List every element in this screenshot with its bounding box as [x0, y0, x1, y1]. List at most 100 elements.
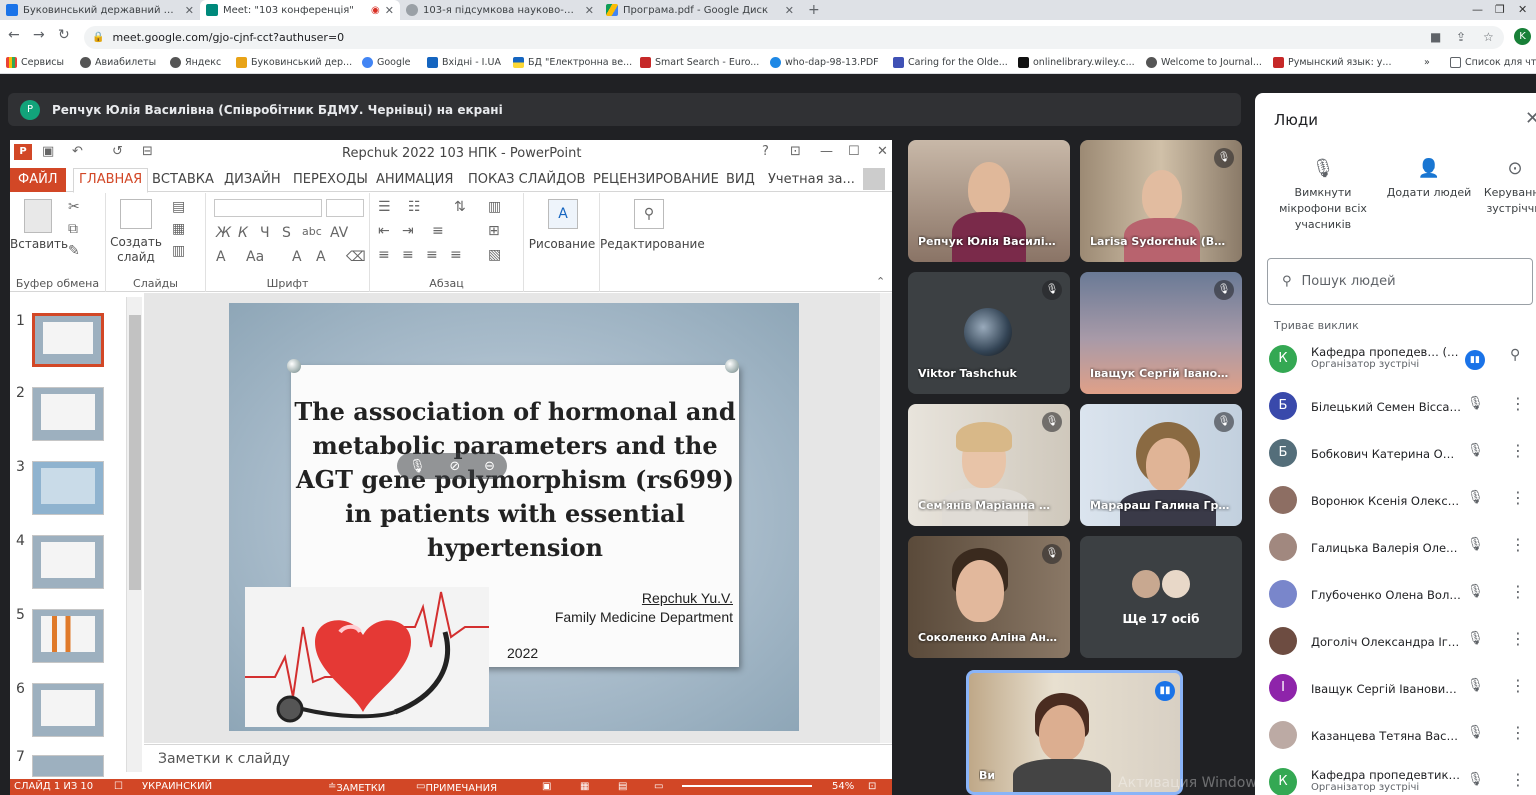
zoom-slider[interactable] — [682, 785, 812, 787]
shrink-font-icon[interactable]: A — [316, 249, 326, 265]
participant-row[interactable]: І Іващук Сергій Іванович (… 🎙 ⋮ — [1255, 666, 1536, 713]
drawing-button[interactable]: Рисование — [524, 237, 600, 251]
slide-thumbnail[interactable] — [32, 755, 104, 777]
participant-tile[interactable]: Репчук Юлія Василівн… — [908, 140, 1070, 262]
mute-all-button[interactable]: 🎙 Вимкнути мікрофони всіх учасників — [1275, 160, 1371, 233]
reading-view-icon[interactable]: ▤ — [618, 781, 627, 792]
thumbnails-scrollbar[interactable] — [126, 297, 142, 772]
participant-tile[interactable]: 🎙 Сем'янів Маріанна М… — [908, 404, 1070, 526]
participant-row[interactable]: К Кафедра пропедев… (Ви) Організатор зус… — [1255, 337, 1536, 384]
maximize-icon[interactable]: ☐ — [848, 144, 860, 159]
line-spacing-icon[interactable]: ⇅ — [454, 199, 466, 215]
new-tab-button[interactable]: + — [808, 0, 820, 20]
bookmark-item[interactable]: Вхідні - I.UA — [427, 57, 501, 68]
font-name-field[interactable] — [214, 199, 322, 217]
align-text-icon[interactable]: ⊞ — [488, 223, 500, 239]
more-options-icon[interactable]: ⋮ — [1510, 394, 1526, 413]
new-slide-button[interactable]: Создать слайд — [110, 235, 162, 265]
section-icon[interactable]: ▥ — [172, 243, 185, 259]
tab-insert[interactable]: ВСТАВКА — [152, 172, 214, 187]
italic-icon[interactable]: К — [238, 225, 248, 241]
bookmark-item[interactable]: Smart Search - Euro... — [640, 57, 759, 68]
star-icon[interactable]: ☆ — [1483, 30, 1494, 44]
profile-avatar[interactable]: K — [1514, 28, 1531, 45]
more-options-icon[interactable]: ⋮ — [1510, 723, 1526, 742]
tab-conference[interactable]: 103-я підсумкова науково-прак… ✕ — [400, 0, 600, 20]
more-options-icon[interactable]: ⋮ — [1510, 488, 1526, 507]
bookmark-item[interactable]: Яндекс — [170, 57, 221, 68]
slide-thumbnail[interactable] — [32, 535, 104, 589]
bookmark-item[interactable]: Caring for the Olde... — [893, 57, 1008, 68]
host-controls-button[interactable]: ⊙ Керування зустріччю — [1467, 160, 1536, 217]
more-options-icon[interactable]: ⋮ — [1510, 582, 1526, 601]
mic-off-icon[interactable]: 🎙 — [409, 459, 426, 474]
forward-icon[interactable]: → — [33, 27, 45, 43]
collapse-ribbon-icon[interactable]: ⌃ — [876, 275, 885, 288]
spellcheck-icon[interactable]: ☐ — [114, 781, 123, 792]
participant-tile[interactable]: 🎙 Соколенко Аліна Анд… — [908, 536, 1070, 658]
smartart-icon[interactable]: ▧ — [488, 247, 501, 263]
participant-tile[interactable]: 🎙 Марараш Галина Григ… — [1080, 404, 1242, 526]
participant-tile[interactable]: 🎙 Іващук Сергій Іванов… — [1080, 272, 1242, 394]
url-field[interactable]: 🔒 meet.google.com/gjo-cjnf-cct?authuser=… — [84, 26, 1504, 49]
underline-icon[interactable]: Ч — [260, 225, 270, 241]
undo-icon[interactable]: ↶ — [72, 144, 83, 159]
participant-row[interactable]: Глубоченко Олена Воло… 🎙 ⋮ — [1255, 572, 1536, 619]
bookmark-item[interactable]: onlinelibrary.wiley.c... — [1018, 57, 1135, 68]
more-options-icon[interactable]: ⋮ — [1510, 770, 1526, 789]
close-tab-icon[interactable]: ✕ — [385, 4, 394, 17]
tab-animation[interactable]: АНИМАЦИЯ — [376, 172, 453, 187]
paste-button[interactable]: Вставить — [10, 237, 68, 251]
close-tab-icon[interactable]: ✕ — [785, 4, 794, 17]
participant-row[interactable]: Б Білецький Семен Віссарі… 🎙 ⋮ — [1255, 384, 1536, 431]
close-tab-icon[interactable]: ✕ — [585, 4, 594, 17]
share-icon[interactable]: ⇪ — [1456, 30, 1466, 44]
presenter-view-icon[interactable]: ⊟ — [142, 144, 153, 159]
text-direction-icon[interactable]: ≡ — [432, 223, 444, 239]
slide-thumbnail[interactable] — [32, 683, 104, 737]
slide-thumbnail[interactable] — [32, 461, 104, 515]
spacing-icon[interactable]: AV — [330, 225, 348, 241]
bookmark-item[interactable]: Румынский язык: у... — [1273, 57, 1391, 68]
align-left-icon[interactable]: ≡ — [378, 247, 390, 263]
tab-slideshow[interactable]: ПОКАЗ СЛАЙДОВ — [468, 172, 585, 187]
new-slide-icon[interactable] — [120, 199, 152, 229]
change-case-icon[interactable]: Aa — [246, 249, 264, 265]
participant-row[interactable]: Галицька Валерія Олекс… 🎙 ⋮ — [1255, 525, 1536, 572]
paste-icon[interactable] — [24, 199, 52, 233]
bookmark-apps[interactable]: Сервисы — [6, 57, 64, 68]
add-people-button[interactable]: 👤 Додати людей — [1381, 160, 1477, 201]
save-icon[interactable]: ▣ — [42, 144, 54, 159]
layout-icon[interactable]: ▤ — [172, 199, 185, 215]
participant-tile[interactable]: 🎙 Larisa Sydorchuk (BS… — [1080, 140, 1242, 262]
tab-home[interactable]: ГЛАВНАЯ — [73, 168, 149, 193]
reload-icon[interactable]: ↻ — [58, 27, 70, 43]
ribbon-options-icon[interactable]: ⊡ — [790, 144, 801, 159]
slide-thumbnail[interactable] — [32, 387, 104, 441]
reading-list[interactable]: Список для чт — [1450, 57, 1536, 68]
participant-tile[interactable]: 🎙 Viktor Tashchuk — [908, 272, 1070, 394]
participant-row[interactable]: Казанцева Тетяна Василі… 🎙 ⋮ — [1255, 713, 1536, 760]
camera-icon[interactable]: ■ — [1430, 30, 1441, 44]
participant-row[interactable]: Воронюк Ксенія Олекса… 🎙 ⋮ — [1255, 478, 1536, 525]
align-right-icon[interactable]: ≡ — [426, 247, 438, 263]
tab-transitions[interactable]: ПЕРЕХОДЫ — [293, 172, 368, 187]
tab-file[interactable]: ФАЙЛ — [10, 168, 66, 192]
more-options-icon[interactable]: ⋮ — [1510, 676, 1526, 695]
justify-icon[interactable]: ≡ — [450, 247, 462, 263]
more-options-icon[interactable]: ⋮ — [1510, 629, 1526, 648]
minimize-circle-icon[interactable]: ⊖ — [484, 459, 495, 474]
bookmark-item[interactable]: Welcome to Journal... — [1146, 57, 1262, 68]
notes-pane[interactable]: Заметки к слайду — [144, 744, 892, 778]
sorter-view-icon[interactable]: ▦ — [580, 781, 589, 792]
participant-row[interactable]: Б Бобкович Катерина Оле… 🎙 ⋮ — [1255, 431, 1536, 478]
align-center-icon[interactable]: ≡ — [402, 247, 414, 263]
cut-icon[interactable]: ✂ — [68, 199, 80, 215]
copy-icon[interactable]: ⧉ — [68, 221, 78, 237]
back-icon[interactable]: ← — [8, 27, 20, 43]
tab-drive[interactable]: Програма.pdf - Google Диск ✕ — [600, 0, 800, 20]
comments-toggle[interactable]: ▭ ПРИМЕЧАНИЯ — [416, 781, 497, 794]
close-icon[interactable]: ✕ — [1525, 108, 1536, 129]
help-icon[interactable]: ? — [762, 144, 769, 159]
maximize-icon[interactable]: ❐ — [1495, 0, 1505, 20]
